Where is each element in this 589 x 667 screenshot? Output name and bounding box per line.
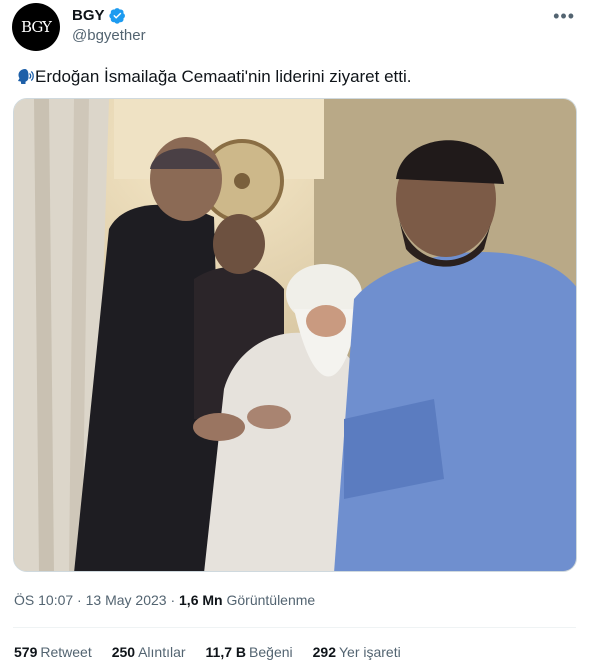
speaking-head-icon bbox=[18, 69, 34, 84]
bookmarks-stat[interactable]: 292 Yer işareti bbox=[313, 644, 401, 660]
tweet-timestamp-row: ÖS 10:07 · 13 May 2023 · 1,6 Mn Görüntül… bbox=[14, 592, 315, 608]
author-name[interactable]: BGY bbox=[72, 7, 105, 24]
video-frame-image bbox=[14, 99, 576, 571]
views-label: Görüntülenme bbox=[226, 592, 316, 608]
engagement-stats: 579 Retweet 250 Alıntılar 11,7 B Beğeni 292… bbox=[14, 644, 401, 660]
tweet-body: Erdoğan İsmailağa Cemaati'nin liderini z… bbox=[35, 67, 412, 86]
verified-badge-icon bbox=[108, 8, 125, 24]
tweet-date[interactable]: 13 May 2023 bbox=[86, 592, 167, 608]
retweets-stat[interactable]: 579 Retweet bbox=[14, 644, 92, 660]
author-handle[interactable]: @bgyether bbox=[72, 27, 146, 44]
author-name-row[interactable]: BGY bbox=[72, 7, 126, 24]
avatar-logo-text: BGY bbox=[21, 18, 52, 36]
more-options-icon[interactable]: ••• bbox=[553, 6, 575, 27]
likes-stat[interactable]: 11,7 B Beğeni bbox=[206, 644, 293, 660]
avatar[interactable]: BGY bbox=[12, 3, 60, 51]
tweet-time[interactable]: ÖS 10:07 bbox=[14, 592, 73, 608]
quotes-stat[interactable]: 250 Alıntılar bbox=[112, 644, 186, 660]
divider bbox=[13, 627, 576, 628]
tweet-video-thumbnail[interactable] bbox=[13, 98, 577, 572]
views-count: 1,6 Mn bbox=[179, 592, 223, 608]
meta-separator: · bbox=[77, 592, 86, 608]
meta-separator: · bbox=[170, 592, 180, 608]
tweet-text: Erdoğan İsmailağa Cemaati'nin liderini z… bbox=[14, 66, 411, 88]
